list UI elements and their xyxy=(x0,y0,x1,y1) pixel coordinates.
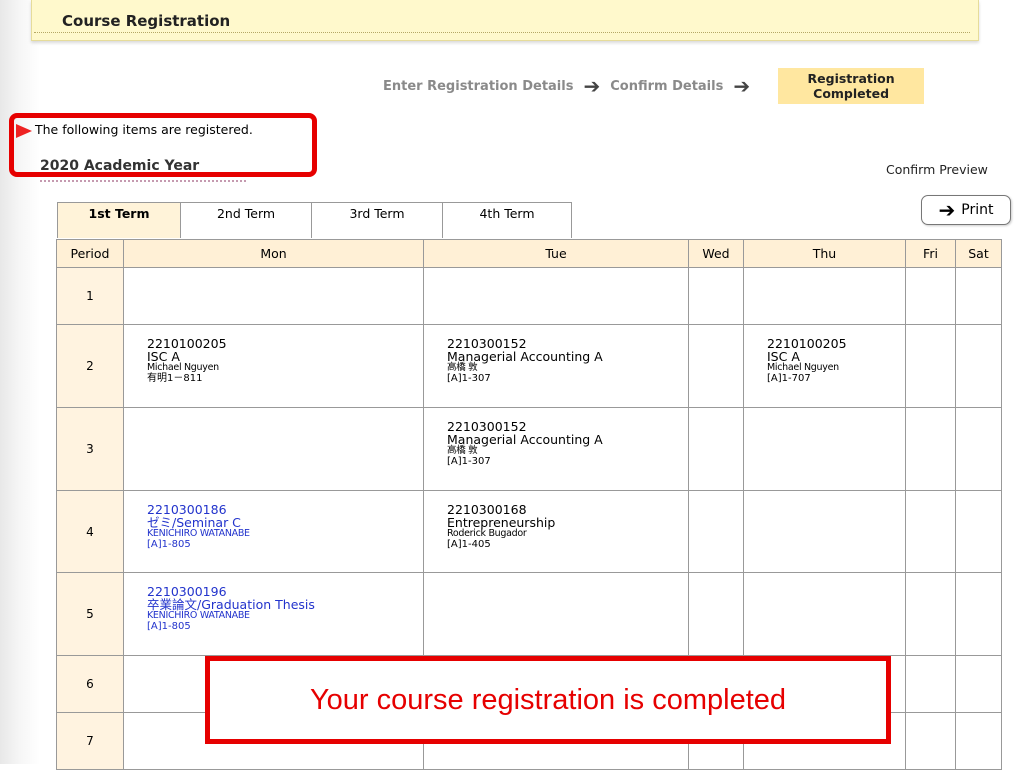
step-enter-details: Enter Registration Details xyxy=(383,78,574,94)
arrow-right-icon: ➔ xyxy=(583,74,601,98)
timetable-cell xyxy=(743,490,906,573)
notice-highlight-box xyxy=(9,113,317,177)
course-teacher: 高橋 敦 xyxy=(447,445,478,456)
timetable-cell xyxy=(123,407,424,491)
period-number: 7 xyxy=(56,712,124,770)
header-sat: Sat xyxy=(955,239,1002,268)
header-tue: Tue xyxy=(423,239,689,268)
table-row: 2 2210100205 ISC A Michael Nguyen 有明1－81… xyxy=(56,324,1002,408)
course-room: 有明1－811 xyxy=(147,373,203,384)
timetable-header-row: Period Mon Tue Wed Thu Fri Sat xyxy=(56,239,1002,268)
timetable-cell xyxy=(905,324,956,408)
timetable-cell xyxy=(955,324,1002,408)
course-teacher: KENICHIRO WATANABE xyxy=(147,610,250,621)
header-period: Period xyxy=(56,239,124,268)
course-room: [A]1-805 xyxy=(147,621,191,632)
step-current-line1: Registration xyxy=(807,71,895,86)
completion-banner: Your course registration is completed xyxy=(205,656,891,744)
timetable-cell xyxy=(955,712,1002,770)
timetable-cell xyxy=(743,407,906,491)
period-number: 5 xyxy=(56,572,124,656)
step-current-line2: Completed xyxy=(813,86,890,101)
timetable-cell xyxy=(743,572,906,656)
course-name: Managerial Accounting A xyxy=(447,348,603,364)
table-row: 3 2210300152 Managerial Accounting A 高橋 … xyxy=(56,407,1002,491)
period-number: 1 xyxy=(56,267,124,325)
table-row: 4 2210300186 ゼミ/Seminar C KENICHIRO WATA… xyxy=(56,490,1002,573)
print-button[interactable]: ➔ Print xyxy=(921,195,1011,225)
timetable-cell xyxy=(955,490,1002,573)
timetable-cell xyxy=(955,407,1002,491)
timetable-cell xyxy=(905,712,956,770)
timetable-cell xyxy=(955,267,1002,325)
header-wed: Wed xyxy=(688,239,744,268)
arrow-right-icon: ➔ xyxy=(733,74,751,98)
timetable-cell xyxy=(423,572,689,656)
page-title: Course Registration xyxy=(62,12,231,30)
period-number: 4 xyxy=(56,490,124,573)
timetable-cell xyxy=(955,572,1002,656)
course-room: [A]1-307 xyxy=(447,456,491,467)
print-button-label: Print xyxy=(961,202,994,218)
header-mon: Mon xyxy=(123,239,424,268)
course-room: [A]1-707 xyxy=(767,373,811,384)
academic-year-underline xyxy=(40,180,246,182)
arrow-right-icon: ➔ xyxy=(938,198,956,222)
tab-3rd-term[interactable]: 3rd Term xyxy=(311,202,443,238)
course-room: [A]1-405 xyxy=(447,539,491,550)
timetable-cell xyxy=(688,407,744,491)
course-cell: 2210300152 Managerial Accounting A 高橋 敦 … xyxy=(423,324,689,408)
course-code: 2210100205 xyxy=(147,336,227,351)
course-teacher: KENICHIRO WATANABE xyxy=(147,528,250,539)
timetable-cell xyxy=(688,324,744,408)
timetable-cell xyxy=(423,267,689,325)
period-number: 3 xyxy=(56,407,124,491)
course-name: Managerial Accounting A xyxy=(447,431,603,447)
timetable-cell xyxy=(955,655,1002,713)
course-cell: 2210100205 ISC A Michael Nguyen [A]1-707 xyxy=(743,324,906,408)
timetable-cell xyxy=(743,267,906,325)
course-cell[interactable]: 2210300196 卒業論文/Graduation Thesis KENICH… xyxy=(123,572,424,656)
course-cell: 2210100205 ISC A Michael Nguyen 有明1－811 xyxy=(123,324,424,408)
course-teacher: 高橋 敦 xyxy=(447,362,478,373)
step-confirm-details: Confirm Details xyxy=(610,78,724,94)
course-cell: 2210300152 Managerial Accounting A 高橋 敦 … xyxy=(423,407,689,491)
period-number: 2 xyxy=(56,324,124,408)
header-fri: Fri xyxy=(905,239,956,268)
course-teacher: Michael Nguyen xyxy=(147,362,219,373)
course-room: [A]1-307 xyxy=(447,373,491,384)
header-thu: Thu xyxy=(743,239,906,268)
table-row: 5 2210300196 卒業論文/Graduation Thesis KENI… xyxy=(56,572,1002,656)
timetable-cell xyxy=(905,572,956,656)
timetable-cell xyxy=(688,572,744,656)
tab-1st-term[interactable]: 1st Term xyxy=(57,202,181,238)
period-number: 6 xyxy=(56,655,124,713)
timetable-cell xyxy=(688,490,744,573)
table-row: 1 xyxy=(56,267,1002,325)
header-divider xyxy=(34,32,970,33)
timetable-cell xyxy=(123,267,424,325)
step-registration-completed: Registration Completed xyxy=(778,68,925,104)
tab-4th-term[interactable]: 4th Term xyxy=(442,202,572,238)
tab-2nd-term[interactable]: 2nd Term xyxy=(180,202,312,238)
timetable-cell xyxy=(905,407,956,491)
registration-steps: Enter Registration Details ➔ Confirm Det… xyxy=(383,68,925,104)
confirm-preview-label: Confirm Preview xyxy=(886,162,988,177)
timetable-cell xyxy=(905,655,956,713)
timetable-cell xyxy=(905,267,956,325)
term-tabs: 1st Term 2nd Term 3rd Term 4th Term xyxy=(57,202,572,238)
course-teacher: Michael Nguyen xyxy=(767,362,839,373)
timetable-cell xyxy=(905,490,956,573)
course-teacher: Roderick Bugador xyxy=(447,528,527,539)
timetable-cell xyxy=(688,267,744,325)
header-band: Course Registration xyxy=(31,0,979,41)
course-room: [A]1-805 xyxy=(147,539,191,550)
course-cell[interactable]: 2210300186 ゼミ/Seminar C KENICHIRO WATANA… xyxy=(123,490,424,573)
course-cell: 2210300168 Entrepreneurship Roderick Bug… xyxy=(423,490,689,573)
